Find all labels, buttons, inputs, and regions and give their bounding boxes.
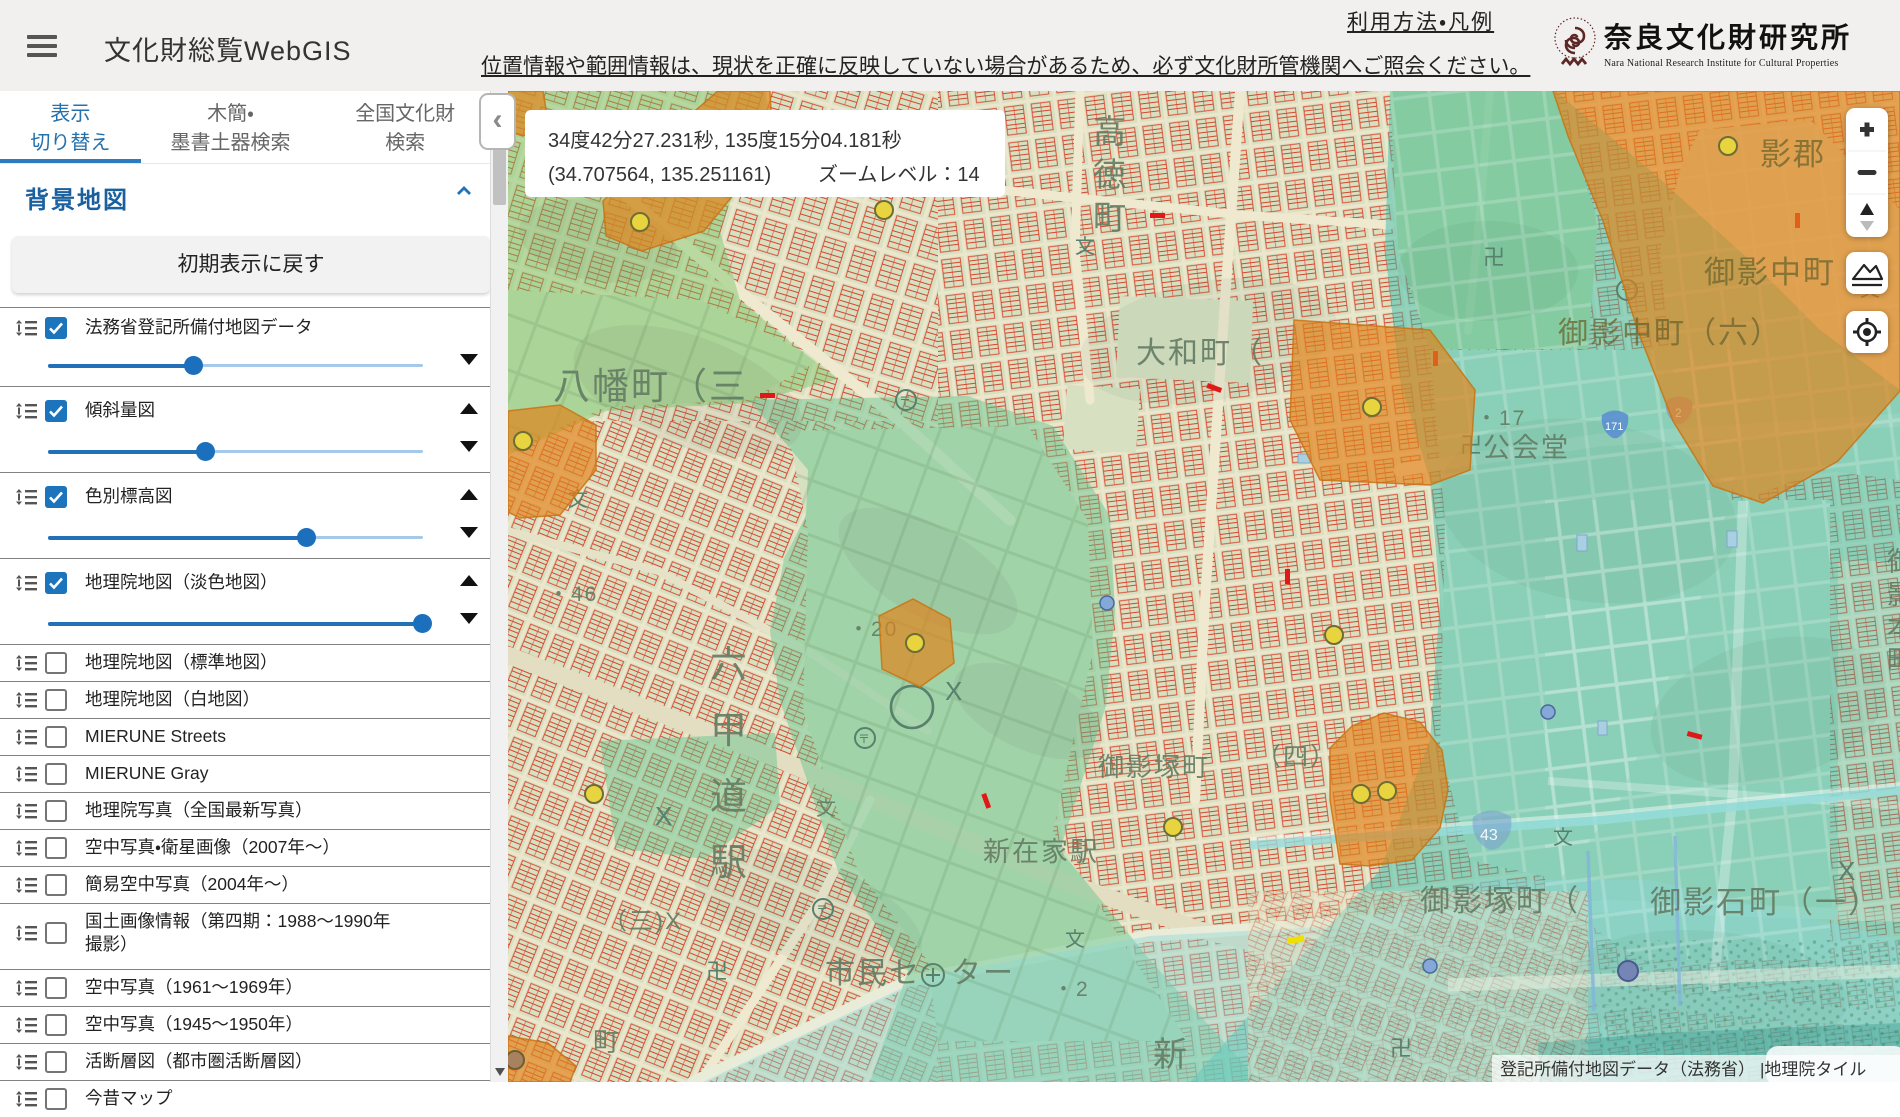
svg-text:ズームレベル：14: ズームレベル：14: [818, 163, 980, 186]
svg-text:御影石町（一）: 御影石町（一）: [1650, 885, 1881, 920]
svg-text:・2: ・2: [1053, 978, 1090, 1001]
svg-text:（三)X: （三)X: [603, 908, 683, 935]
svg-text:御: 御: [1887, 547, 1900, 577]
svg-text:〒: 〒: [816, 903, 828, 917]
svg-text:公会堂: 公会堂: [1483, 433, 1570, 463]
svg-text:町: 町: [593, 1027, 621, 1057]
svg-text:高: 高: [1093, 113, 1126, 150]
svg-text:徳: 徳: [1093, 156, 1126, 193]
svg-text:大和町（: 大和町（: [1136, 337, 1264, 370]
svg-text:|地理院タイル: |地理院タイル: [1760, 1060, 1866, 1079]
svg-text:新: 新: [1153, 1036, 1189, 1074]
svg-text:・46: ・46: [548, 583, 598, 606]
svg-text:43: 43: [1480, 827, 1498, 844]
svg-text:町: 町: [1887, 646, 1900, 676]
svg-text:御影塚町: 御影塚町: [1098, 752, 1210, 782]
svg-text:卍: 卍: [1390, 1036, 1412, 1061]
svg-text:登記所備付地図データ（法務省）: 登記所備付地図データ（法務省）: [1500, 1059, 1755, 1079]
svg-text:新在家駅: 新在家駅: [983, 837, 1099, 867]
svg-text:〒: 〒: [858, 732, 870, 746]
svg-text:文: 文: [1553, 826, 1573, 849]
svg-text:六: 六: [710, 644, 747, 685]
svg-text:影郡: 影郡: [1760, 137, 1826, 172]
svg-text:・17: ・17: [1476, 407, 1526, 430]
svg-text:文: 文: [1065, 928, 1085, 951]
svg-text:卍: 卍: [1483, 245, 1505, 270]
svg-text:影: 影: [1887, 580, 1900, 610]
svg-text:駅: 駅: [710, 842, 747, 883]
svg-text:文: 文: [816, 797, 838, 820]
svg-text:本: 本: [1887, 613, 1900, 643]
svg-text:八幡町（三: 八幡町（三: [553, 366, 748, 407]
svg-text:市民セ: 市民セ: [825, 957, 921, 990]
svg-text:甲: 甲: [710, 710, 747, 751]
svg-text:(34.707564, 135.251161): (34.707564, 135.251161): [548, 164, 771, 186]
svg-text:文: 文: [1075, 235, 1095, 258]
svg-text:171: 171: [1605, 421, 1623, 433]
svg-text:御影塚町（: 御影塚町（: [1420, 885, 1580, 918]
svg-text:町: 町: [1093, 199, 1126, 236]
svg-text:X: X: [655, 801, 672, 831]
svg-text:〒: 〒: [899, 394, 911, 408]
svg-text:X: X: [1838, 856, 1855, 886]
svg-text:X: X: [945, 676, 962, 706]
svg-text:卍: 卍: [706, 959, 728, 984]
svg-text:ター: ター: [951, 957, 1015, 990]
svg-text:御影中町（六）: 御影中町（六）: [1558, 317, 1782, 350]
svg-text:34度42分27.231秒, 135度15分04.181秒: 34度42分27.231秒, 135度15分04.181秒: [548, 129, 902, 152]
svg-text:道: 道: [710, 776, 747, 817]
svg-text:御影中町: 御影中町: [1704, 255, 1836, 290]
svg-text:（四）: （四）: [1256, 743, 1337, 771]
